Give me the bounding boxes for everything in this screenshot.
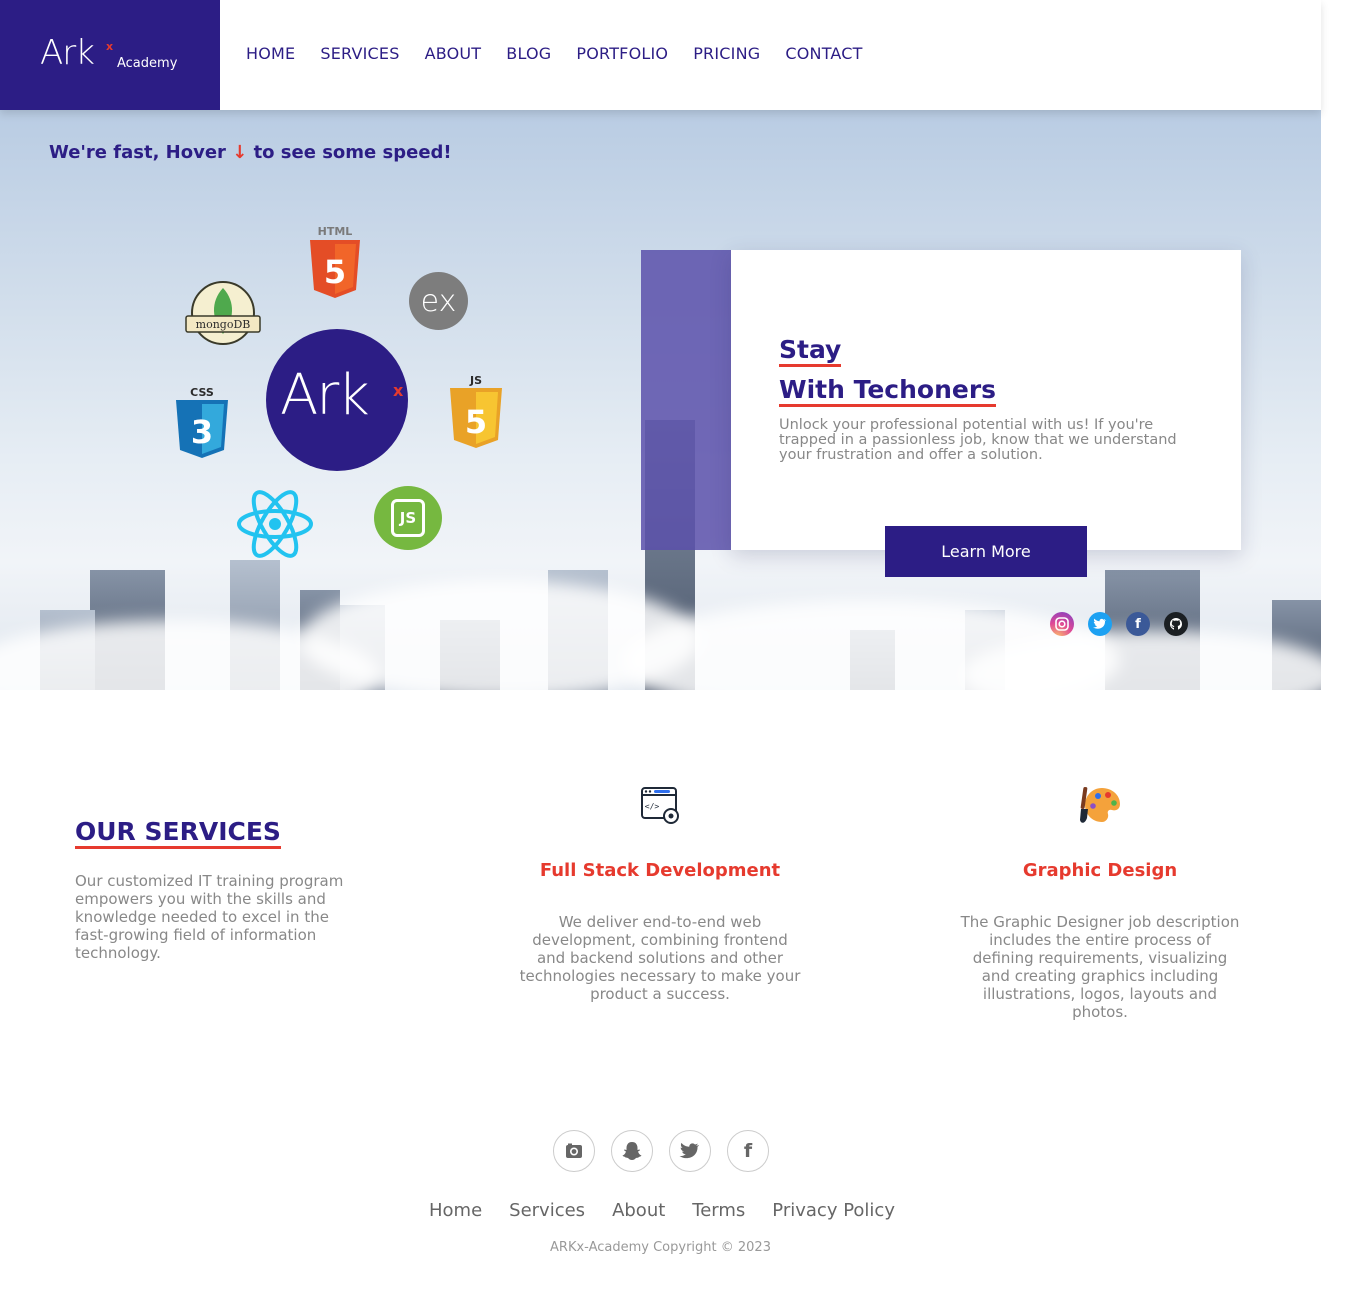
logo-superscript: x [106,40,114,53]
facebook-icon[interactable]: f [1126,612,1150,636]
hero-card: Stay With Techoners Unlock your professi… [641,250,1241,550]
nav-pricing[interactable]: PRICING [693,44,760,63]
mongodb-icon[interactable]: mongoDB [184,280,262,348]
center-ark-logo[interactable]: Ark x [266,329,408,471]
service-graphic-design: Graphic Design The Graphic Designer job … [950,784,1250,1021]
svg-text:</>: </> [645,802,660,811]
nav-services[interactable]: SERVICES [320,44,399,63]
svg-text:5: 5 [465,403,487,441]
center-logo-text: Ark [280,363,370,428]
footer-nav: Home Services About Terms Privacy Policy [429,1200,922,1221]
service-text: We deliver end-to-end web development, c… [519,913,801,1003]
nodejs-label: JS [399,509,417,527]
javascript-label: JS [469,374,482,387]
services-description: Our customized IT training program empow… [75,872,344,962]
express-label: ex [420,283,457,319]
mongodb-label: mongoDB [196,318,251,331]
footer-social-links: f [553,1130,769,1172]
javascript-icon[interactable]: JS 5 [447,372,505,450]
hero-social-links: f [1050,612,1188,636]
nav-portfolio[interactable]: PORTFOLIO [576,44,668,63]
site-header: Ark x Academy HOME SERVICES ABOUT BLOG P… [0,0,1321,110]
logo[interactable]: Ark x Academy [0,0,220,110]
css3-label: CSS [190,386,214,399]
twitter-icon[interactable] [669,1130,711,1172]
card-accent-panel [641,250,731,550]
footer-link-about[interactable]: About [612,1200,665,1221]
logo-subtitle: Academy [117,56,178,71]
card-body: Stay With Techoners Unlock your professi… [731,250,1241,550]
hero-section: We're fast, Hover ↓ to see some speed! A… [0,110,1321,690]
instagram-icon[interactable] [553,1130,595,1172]
service-full-stack: </> Full Stack Development We deliver en… [510,784,810,1003]
code-settings-icon: </> [641,787,679,824]
nav-home[interactable]: HOME [246,44,295,63]
services-title: OUR SERVICES [75,818,281,849]
html5-label: HTML [318,225,353,238]
center-logo-x: x [393,381,404,400]
nav-about[interactable]: ABOUT [425,44,482,63]
palette-icon [1080,787,1120,823]
html5-icon[interactable]: HTML 5 [306,224,364,300]
express-icon[interactable]: ex [409,272,468,330]
footer-link-services[interactable]: Services [509,1200,585,1221]
speed-suffix: to see some speed! [247,142,452,163]
svg-text:5: 5 [324,253,346,291]
footer-link-privacy[interactable]: Privacy Policy [772,1200,895,1221]
nav-contact[interactable]: CONTACT [785,44,862,63]
service-text: The Graphic Designer job description inc… [960,913,1240,1021]
css3-icon[interactable]: CSS 3 [173,386,231,460]
footer-link-home[interactable]: Home [429,1200,482,1221]
card-title-line2: With Techoners [779,376,997,407]
speed-prefix: We're fast, Hover [49,142,233,163]
card-title-line1: Stay [779,336,842,367]
arrow-down-icon: ↓ [232,142,248,163]
snapchat-icon[interactable] [611,1130,653,1172]
service-title: Graphic Design [1022,860,1178,881]
facebook-icon[interactable]: f [727,1130,769,1172]
learn-more-button[interactable]: Learn More [885,526,1087,577]
react-icon[interactable] [237,490,313,558]
copyright-text: ARKx-Academy Copyright © 2023 [550,1240,771,1255]
instagram-icon[interactable] [1050,612,1074,636]
github-icon[interactable] [1164,612,1188,636]
card-description: Unlock your professional potential with … [779,417,1177,463]
svg-text:3: 3 [191,413,213,451]
service-title: Full Stack Development [539,860,781,881]
twitter-icon[interactable] [1088,612,1112,636]
nav-blog[interactable]: BLOG [506,44,551,63]
main-nav: HOME SERVICES ABOUT BLOG PORTFOLIO PRICI… [246,44,888,63]
speed-tagline: We're fast, Hover ↓ to see some speed! [49,142,452,163]
logo-wordmark: Ark [40,33,95,73]
nodejs-icon[interactable]: JS [374,486,442,550]
footer-link-terms[interactable]: Terms [692,1200,745,1221]
